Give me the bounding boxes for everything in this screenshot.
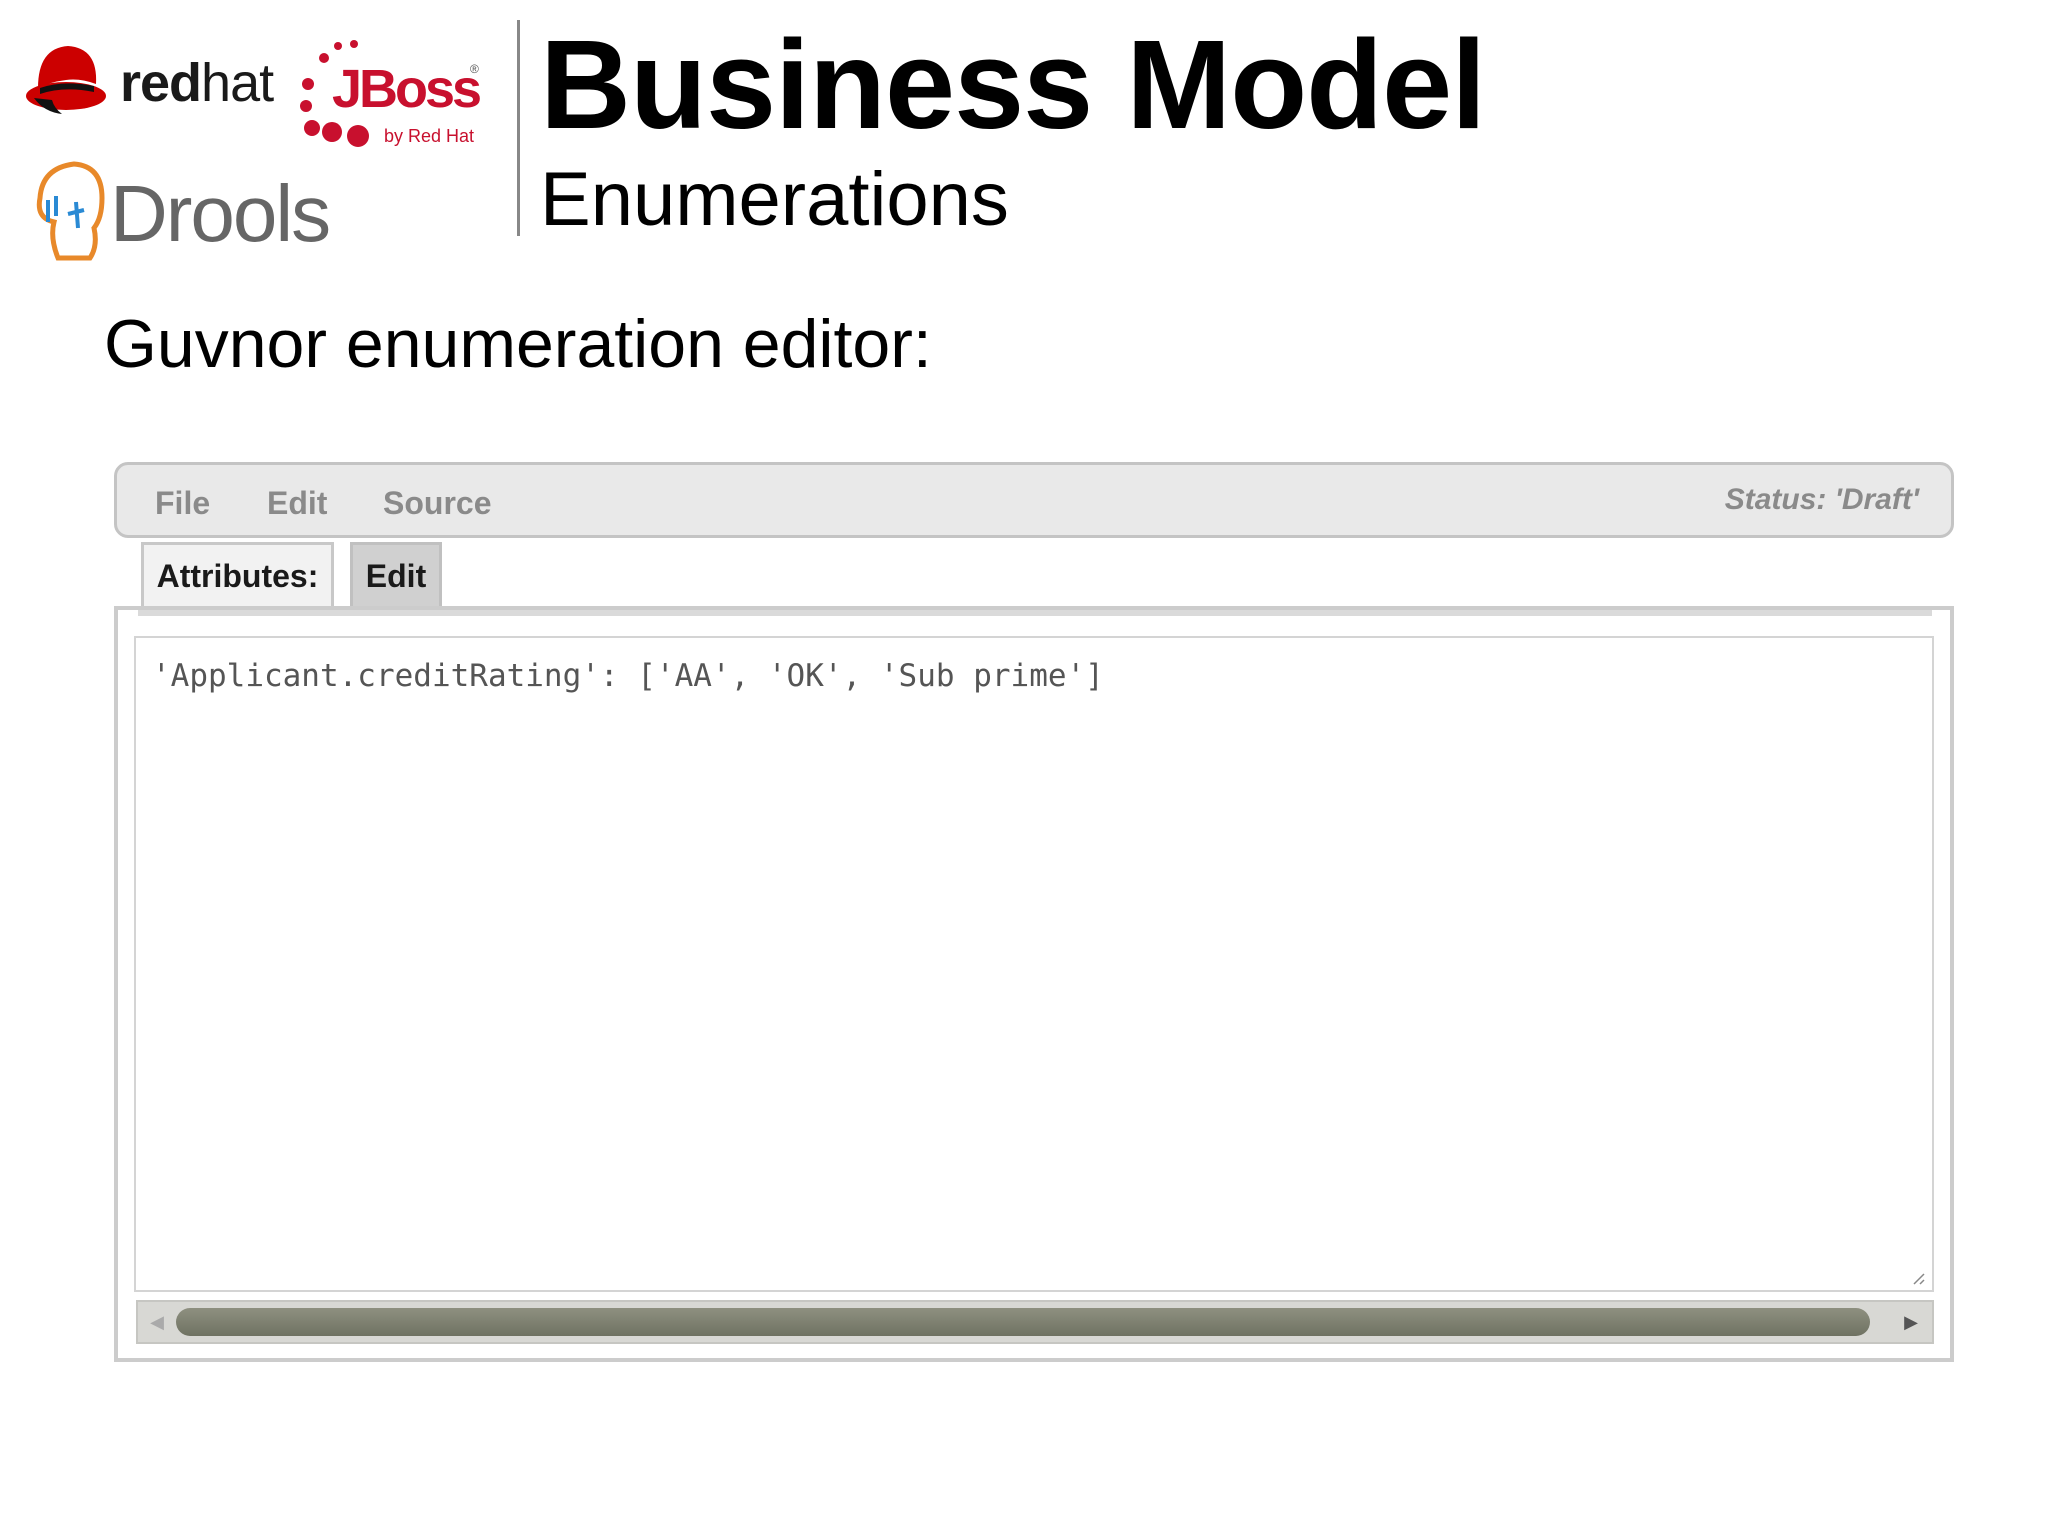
page-title: Business Model (540, 14, 1486, 155)
jboss-wordmark: JBoss (332, 59, 482, 119)
tab-edit[interactable]: Edit (350, 542, 442, 608)
menu-edit[interactable]: Edit (267, 485, 327, 522)
menu-file[interactable]: File (155, 485, 210, 522)
editor-frame: 'Applicant.creditRating': ['AA', 'OK', '… (114, 606, 1954, 1362)
horizontal-scrollbar[interactable]: ◀ ▶ (136, 1300, 1934, 1344)
scroll-right-arrow-icon[interactable]: ▶ (1896, 1308, 1926, 1336)
scroll-left-arrow-icon[interactable]: ◀ (142, 1308, 172, 1336)
editor-menubar: File Edit Source Status: 'Draft' (114, 462, 1954, 538)
jboss-registered-mark: ® (470, 62, 479, 76)
enumeration-textarea[interactable]: 'Applicant.creditRating': ['AA', 'OK', '… (134, 636, 1934, 1292)
tab-attributes[interactable]: Attributes: (141, 542, 334, 608)
status-badge: Status: 'Draft' (1724, 483, 1919, 516)
logo-area: redhat JBoss ® by Red Hat Drools (0, 0, 510, 270)
redhat-wordmark-bold: red (120, 53, 202, 113)
section-heading: Guvnor enumeration editor: (104, 306, 932, 382)
redhat-shadowman-icon (26, 46, 106, 114)
redhat-wordmark-light: hat (201, 53, 274, 113)
menu-source[interactable]: Source (383, 485, 491, 522)
resize-grip-icon[interactable] (1910, 1270, 1926, 1286)
redhat-wordmark: redhat (120, 52, 274, 114)
drools-wordmark: Drools (110, 169, 331, 258)
editor-top-border (138, 610, 1932, 616)
drools-head-icon (36, 161, 105, 261)
header-divider (517, 20, 520, 236)
jboss-byline: by Red Hat (384, 126, 475, 146)
page-subtitle: Enumerations (540, 157, 1009, 242)
scroll-thumb[interactable] (176, 1308, 1870, 1336)
